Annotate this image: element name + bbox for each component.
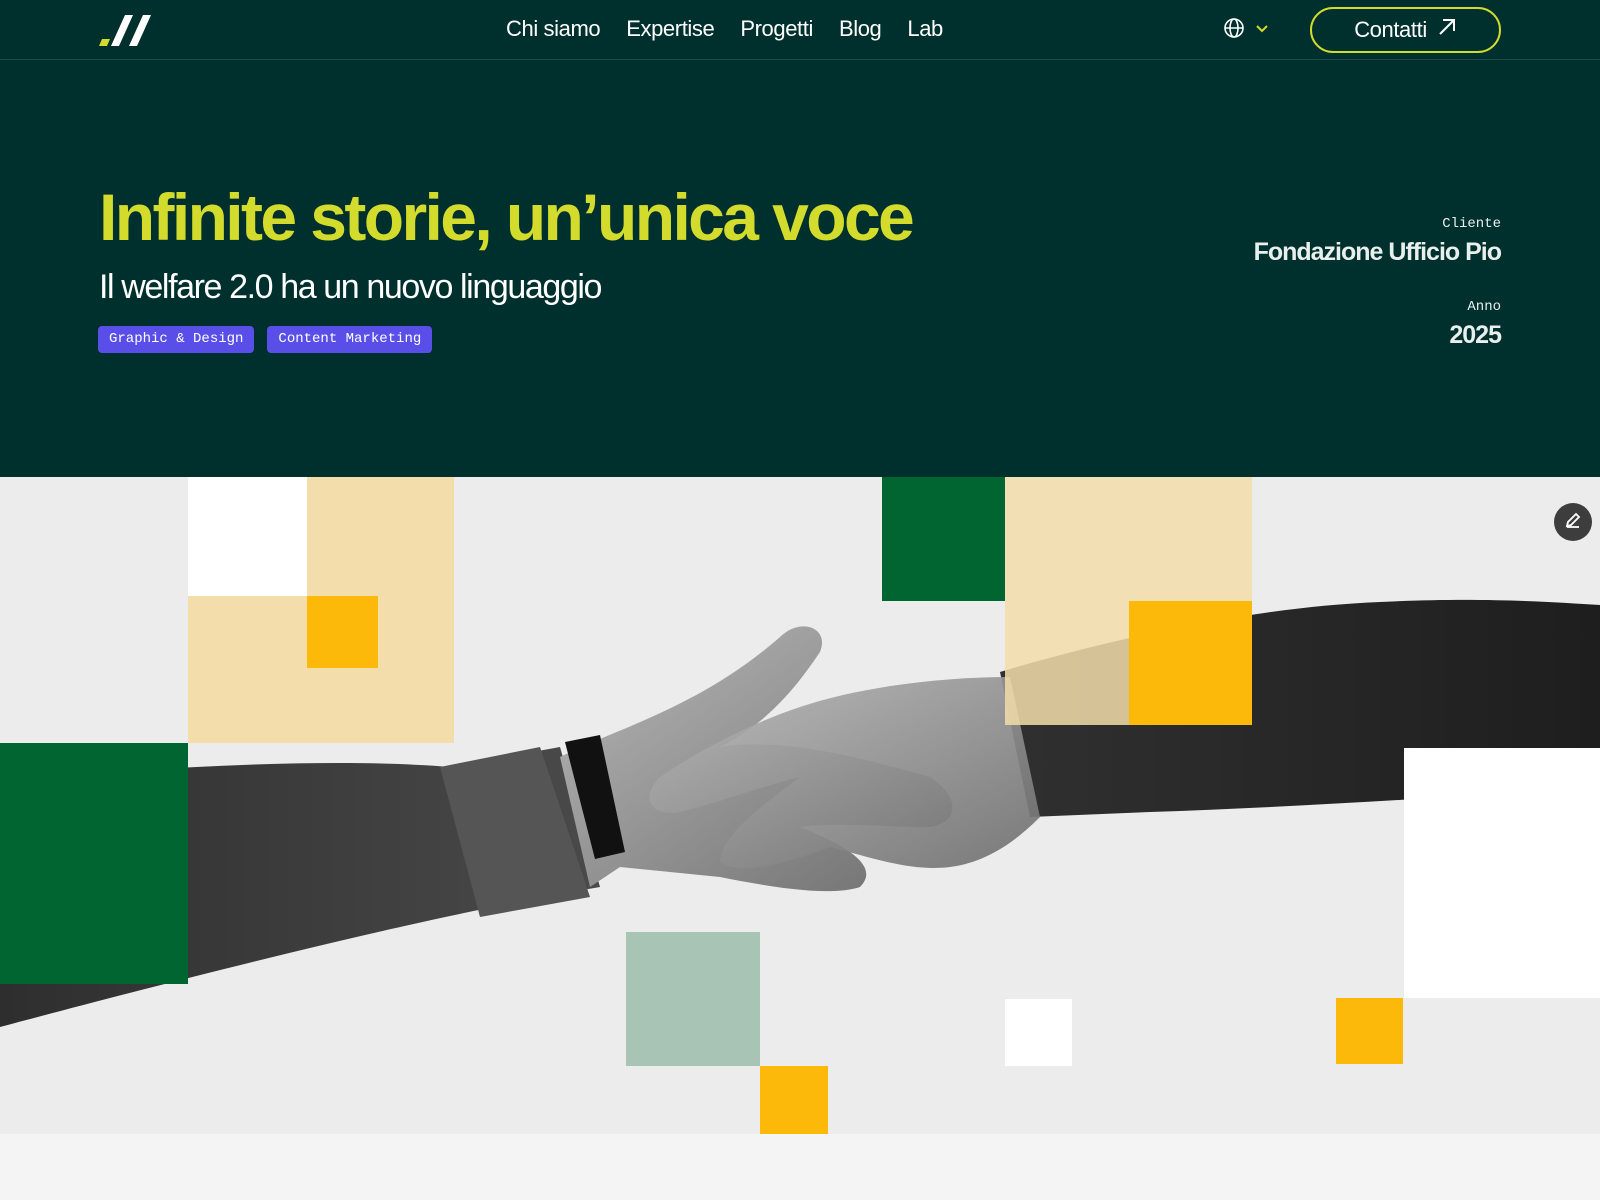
pencil-icon [1564,511,1582,534]
decor-square-yellow [760,1066,828,1134]
decor-square-green [0,743,188,984]
tag-graphic-design[interactable]: Graphic & Design [98,326,255,353]
nav-progetti[interactable]: Progetti [740,16,813,42]
decor-square-green [882,477,1005,601]
decor-square-yellow [1129,601,1252,725]
decor-square-white [1404,748,1600,998]
tag-list: Graphic & Design Content Marketing [98,326,433,353]
nav-expertise[interactable]: Expertise [626,16,715,42]
client-value: Fondazione Ufficio Pio [1253,238,1502,266]
contact-button[interactable]: Contatti [1310,7,1501,53]
decor-square-white [188,477,307,596]
tag-content-marketing[interactable]: Content Marketing [267,326,433,353]
site-header: Chi siamo Expertise Progetti Blog Lab Co… [0,0,1600,60]
client-label: Cliente [1442,216,1501,232]
language-selector[interactable] [1223,17,1275,44]
page-subtitle: Il welfare 2.0 ha un nuovo linguaggio [99,268,602,306]
nav-chi-siamo[interactable]: Chi siamo [506,16,601,42]
nav-blog[interactable]: Blog [839,16,882,42]
page-title: Infinite storie, un’unica voce [99,180,915,254]
decor-square-yellow [307,596,378,668]
client-info: Cliente Fondazione Ufficio Pio [1253,216,1502,266]
main-nav: Chi siamo Expertise Progetti Blog Lab [506,16,969,42]
year-info: Anno 2025 [1449,299,1502,349]
page-section-below [0,1134,1600,1200]
hero-image [0,477,1600,1134]
edit-button[interactable] [1554,503,1592,541]
decor-square-sage [626,932,760,1066]
globe-icon [1223,17,1245,44]
nav-lab[interactable]: Lab [907,16,943,42]
logo-icon[interactable] [97,12,157,48]
chevron-down-icon [1255,21,1269,39]
year-label: Anno [1467,299,1501,315]
contact-label: Contatti [1354,17,1427,42]
decor-square-white [1005,999,1072,1066]
decor-square-yellow [1336,998,1403,1064]
arrow-up-right-icon [1437,17,1457,43]
hero-section: Infinite storie, un’unica voce Il welfar… [0,60,1600,477]
year-value: 2025 [1449,321,1502,349]
